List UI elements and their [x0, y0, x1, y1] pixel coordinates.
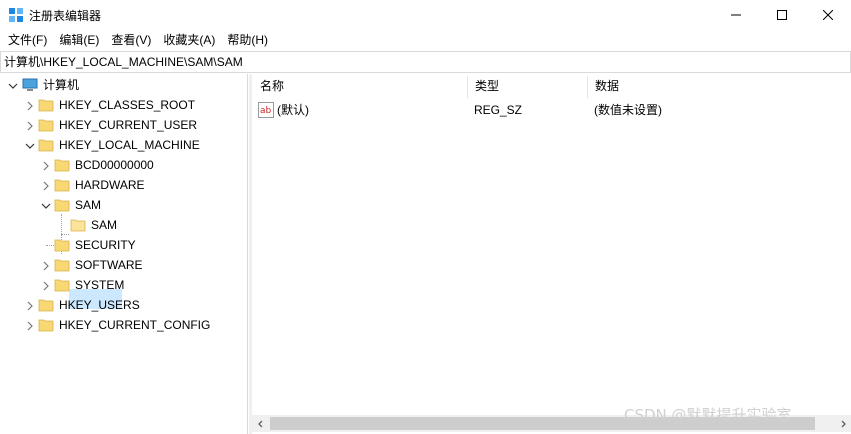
tree-item-system[interactable]: SYSTEM — [75, 278, 124, 292]
folder-icon — [38, 319, 54, 332]
minimize-button[interactable] — [713, 0, 759, 30]
column-header-data[interactable]: 数据 — [587, 74, 851, 99]
address-bar[interactable]: 计算机\HKEY_LOCAL_MACHINE\SAM\SAM — [0, 51, 851, 73]
chevron-right-icon[interactable] — [24, 300, 36, 312]
chevron-down-icon[interactable] — [40, 200, 52, 212]
tree-pane[interactable]: 计算机 HKEY_CLASSES_ROOT HKEY_CURRENT_USER … — [0, 74, 248, 434]
tree-item-computer[interactable]: 计算机 — [43, 78, 79, 92]
folder-open-icon — [38, 139, 54, 152]
chevron-right-icon[interactable] — [24, 100, 36, 112]
value-name[interactable]: (默认) — [277, 102, 309, 118]
values-list[interactable]: 名称 类型 数据 ab (默认) REG_SZ (数值未设置) — [252, 74, 851, 434]
folder-icon — [38, 119, 54, 132]
chevron-right-icon[interactable] — [40, 280, 52, 292]
maximize-button[interactable] — [759, 0, 805, 30]
tree-item-hkcu[interactable]: HKEY_CURRENT_USER — [59, 118, 197, 132]
tree-item-software[interactable]: SOFTWARE — [75, 258, 143, 272]
tree-item-sam-child[interactable]: SAM — [91, 218, 117, 232]
tree-item-security[interactable]: SECURITY — [75, 238, 136, 252]
close-icon — [823, 10, 833, 20]
folder-icon — [70, 219, 86, 232]
tree-item-hku[interactable]: HKEY_USERS — [59, 298, 140, 312]
tree-item-hkcr[interactable]: HKEY_CLASSES_ROOT — [59, 98, 195, 112]
tree-item-hklm[interactable]: HKEY_LOCAL_MACHINE — [59, 138, 200, 152]
scroll-left-button[interactable] — [252, 415, 269, 432]
folder-icon — [54, 179, 70, 192]
string-value-icon: ab — [258, 102, 274, 118]
close-button[interactable] — [805, 0, 851, 30]
tree-connector — [61, 234, 69, 235]
folder-icon — [54, 159, 70, 172]
menu-help[interactable]: 帮助(H) — [221, 30, 274, 51]
title-bar: 注册表编辑器 — [0, 0, 851, 30]
menu-view[interactable]: 查看(V) — [105, 30, 157, 51]
chevron-down-icon[interactable] — [7, 80, 19, 92]
tree-item-bcd[interactable]: BCD00000000 — [75, 158, 154, 172]
maximize-icon — [777, 10, 787, 20]
value-data: (数值未设置) — [594, 103, 662, 117]
folder-icon — [54, 279, 70, 292]
registry-editor-icon — [9, 8, 23, 22]
watermark: CSDN @默默提升实验室 — [624, 406, 792, 424]
folder-icon — [38, 99, 54, 112]
menu-edit[interactable]: 编辑(E) — [53, 30, 105, 51]
tree-connector — [46, 245, 54, 246]
folder-open-icon — [54, 199, 70, 212]
folder-icon — [38, 299, 54, 312]
chevron-down-icon[interactable] — [24, 140, 36, 152]
column-header-type[interactable]: 类型 — [467, 74, 587, 99]
tree-item-sam[interactable]: SAM — [75, 198, 101, 212]
value-type: REG_SZ — [474, 103, 523, 117]
menu-bar: 文件(F) 编辑(E) 查看(V) 收藏夹(A) 帮助(H) — [0, 30, 851, 51]
chevron-right-icon[interactable] — [24, 120, 36, 132]
menu-favorites[interactable]: 收藏夹(A) — [157, 30, 221, 51]
menu-file[interactable]: 文件(F) — [2, 30, 53, 51]
chevron-left-icon — [257, 420, 262, 427]
window-title: 注册表编辑器 — [29, 9, 102, 23]
scroll-right-button[interactable] — [834, 415, 851, 432]
computer-icon — [22, 78, 38, 91]
tree-item-hkcc[interactable]: HKEY_CURRENT_CONFIG — [59, 318, 210, 332]
chevron-right-icon[interactable] — [40, 160, 52, 172]
chevron-right-icon[interactable] — [40, 180, 52, 192]
folder-icon — [54, 259, 70, 272]
svg-text:ab: ab — [260, 106, 272, 116]
folder-icon — [54, 239, 70, 252]
chevron-right-icon — [841, 420, 846, 427]
chevron-right-icon[interactable] — [40, 260, 52, 272]
chevron-right-icon[interactable] — [24, 320, 36, 332]
column-header-name[interactable]: 名称 — [252, 74, 467, 99]
minimize-icon — [731, 14, 741, 16]
tree-item-hardware[interactable]: HARDWARE — [75, 178, 145, 192]
